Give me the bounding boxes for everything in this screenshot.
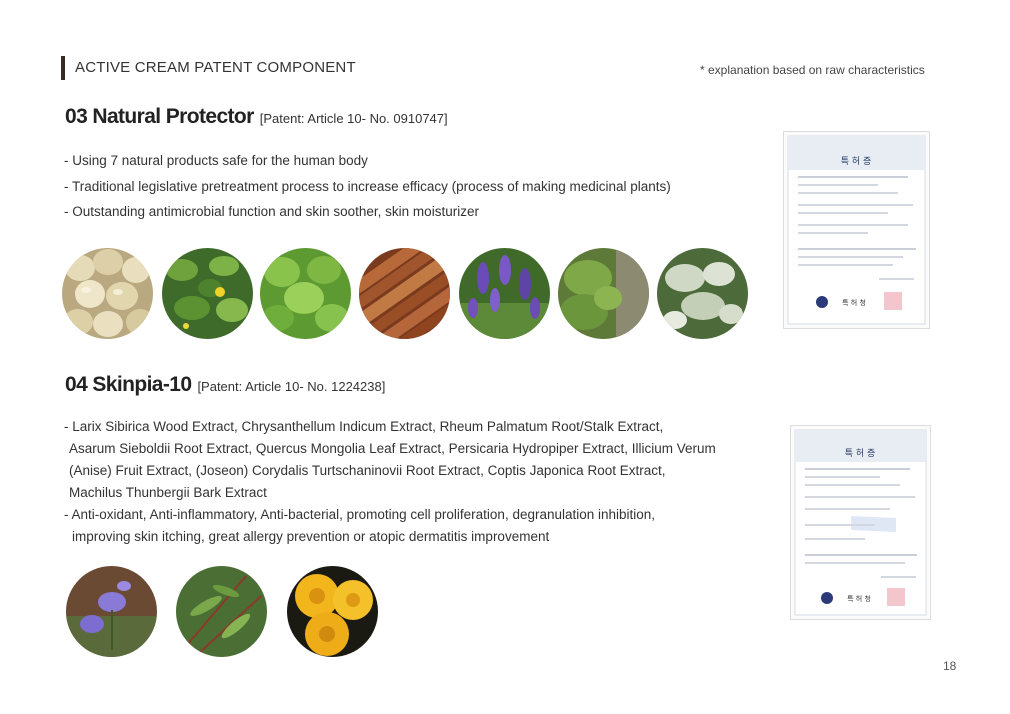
header-bar <box>61 56 65 80</box>
section1-line: - Traditional legislative pretreatment p… <box>64 178 671 194</box>
ingredient-photo-green-herb-flower <box>162 248 253 339</box>
section2-line: - Larix Sibirica Wood Extract, Chrysanth… <box>64 419 664 434</box>
section2-patent: [Patent: Article 10- No. 1224238] <box>197 379 386 394</box>
section2-description: - Larix Sibirica Wood Extract, Chrysanth… <box>64 416 716 548</box>
ingredient-photo-soybeans <box>62 248 153 339</box>
section1-description: - Using 7 natural products safe for the … <box>64 148 671 225</box>
certificate-heading: 특 허 증 <box>845 448 876 459</box>
section1-title: 03 Natural Protector <box>65 105 254 128</box>
ingredient-photo-thyme-herb <box>558 248 649 339</box>
header-title: ACTIVE CREAM PATENT COMPONENT <box>75 59 356 76</box>
section1-line: - Outstanding antimicrobial function and… <box>64 204 479 219</box>
section2-line: Asarum Sieboldii Root Extract, Quercus M… <box>69 441 716 456</box>
ingredient-photo-chrysanthemum-yellow <box>287 566 378 657</box>
patent-certificate-image: 특 허 증 특 허 청 <box>790 425 931 620</box>
section1-title-row: 03 Natural Protector [Patent: Article 10-… <box>65 105 448 129</box>
header-note: * explanation based on raw characteristi… <box>700 63 925 77</box>
section2-line: Machilus Thunbergii Bark Extract <box>69 485 267 500</box>
patent-certificate-image: 특 허 증 특 허 청 <box>783 131 930 329</box>
section2-line: (Anise) Fruit Extract, (Joseon) Corydali… <box>69 463 666 478</box>
ingredient-photo-purple-flowers <box>459 248 550 339</box>
ingredient-photo-white-flower-shrub <box>657 248 748 339</box>
section2-line: improving skin itching, great allergy pr… <box>72 529 550 544</box>
section2-title: 04 Skinpia-10 <box>65 373 192 396</box>
page-number: 18 <box>943 659 957 673</box>
certificate-issuer: 특 허 청 <box>847 594 871 603</box>
certificate-heading: 특 허 증 <box>841 156 872 167</box>
section2-title-row: 04 Skinpia-10 [Patent: Article 10- No. 12… <box>65 373 385 397</box>
ingredient-photo-persicaria-leaves <box>176 566 267 657</box>
ingredient-photo-oregano-leaves <box>260 248 351 339</box>
section2-line: - Anti-oxidant, Anti-inflammatory, Anti-… <box>64 507 656 522</box>
certificate-issuer: 특 허 청 <box>842 298 866 307</box>
ingredient-photo-cinnamon-sticks <box>359 248 450 339</box>
ingredient-photo-asarum-blue-flower <box>66 566 157 657</box>
section1-line: - Using 7 natural products safe for the … <box>64 153 368 168</box>
section1-patent: [Patent: Article 10- No. 0910747] <box>259 111 448 126</box>
